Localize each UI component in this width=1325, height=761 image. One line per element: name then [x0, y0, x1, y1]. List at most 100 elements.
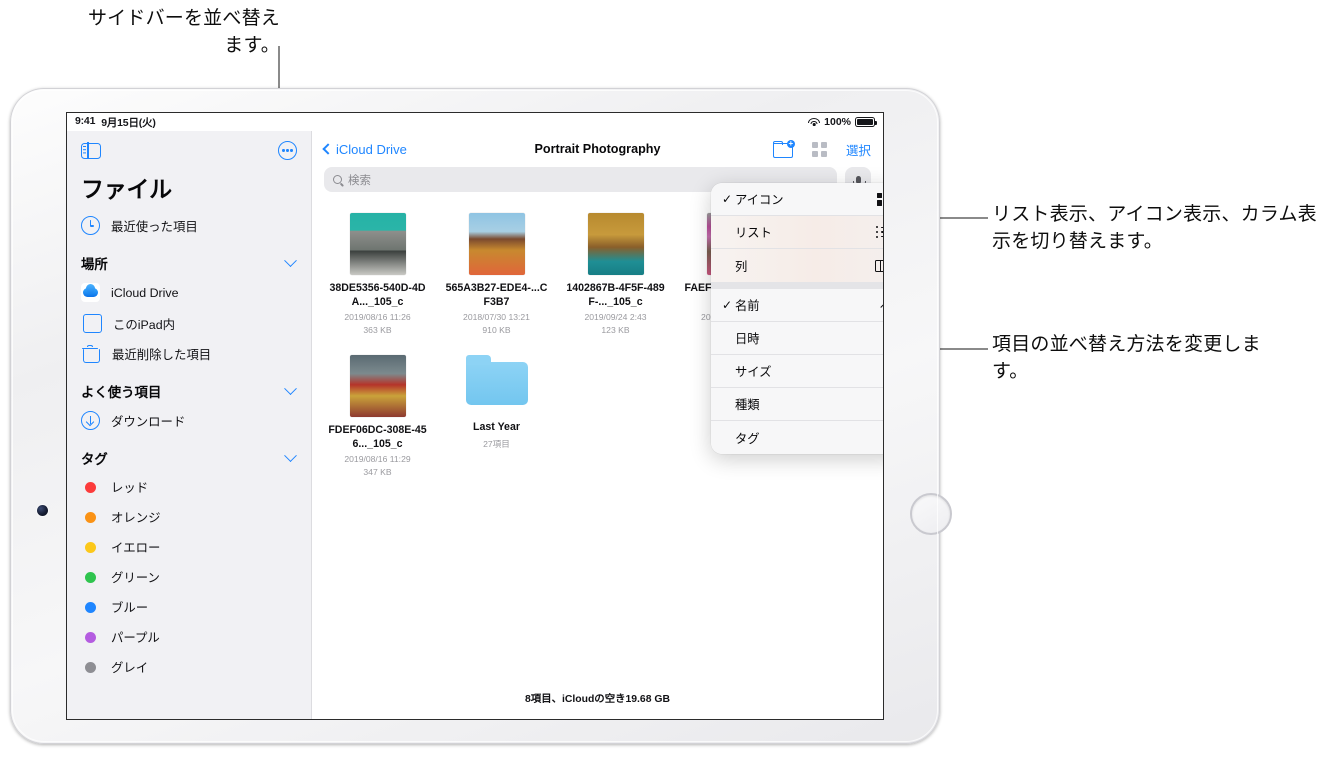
battery-percent: 100% — [824, 116, 851, 128]
status-footer: 8項目、iCloudの空き19.68 GB — [525, 694, 670, 705]
sidebar-item-downloads[interactable]: ダウンロード — [67, 405, 311, 436]
sidebar-item-label: 最近使った項目 — [111, 219, 198, 234]
search-placeholder: 検索 — [348, 174, 371, 187]
folder-item[interactable]: Last Year 27項目 — [443, 349, 550, 487]
sidebar-group-label: 場所 — [81, 257, 108, 272]
tag-list: レッド オレンジ イエロー グリーンブルーパープルグレイ — [67, 472, 311, 682]
status-bar: 9:41 9月15日(火) 100% — [67, 113, 883, 131]
page-title: ファイル — [81, 176, 172, 202]
menu-item[interactable]: 日時 — [711, 322, 883, 355]
file-name: 38DE5356-540D-4DA..._105_c — [329, 282, 426, 308]
chevron-left-icon — [322, 143, 334, 155]
file-item[interactable]: 38DE5356-540D-4DA..._105_c 2019/08/16 11:… — [324, 207, 431, 345]
sidebar: ファイル 最近使った項目 場所 iCloud Drive このiPad内 最近削… — [67, 131, 312, 719]
file-name: Last Year — [473, 421, 520, 434]
file-name: 565A3B27-EDE4-...CF3B7 — [445, 282, 548, 308]
sidebar-group-label: よく使う項目 — [81, 385, 162, 400]
ipad-screen: 9:41 9月15日(火) 100% ファイル 最近使った項目 場所 iClou… — [66, 112, 884, 720]
battery-icon — [855, 117, 877, 127]
sidebar-group-favorites[interactable]: よく使う項目 — [67, 369, 311, 405]
back-button[interactable]: iCloud Drive — [322, 141, 407, 157]
sidebar-toggle-icon[interactable] — [81, 141, 101, 160]
sidebar-item-icloud-drive[interactable]: iCloud Drive — [67, 277, 311, 308]
file-size: 363 KB — [363, 325, 392, 336]
back-label: iCloud Drive — [336, 141, 407, 157]
file-date: 2019/09/24 2:43 — [584, 312, 647, 323]
file-item[interactable]: 565A3B27-EDE4-...CF3B7 2018/07/30 13:21 91… — [443, 207, 550, 345]
annotation-sort-change: 項目の並べ替え方法を変更します。 — [992, 334, 1261, 382]
new-folder-icon[interactable]: + — [772, 140, 795, 159]
menu-item-label: リスト — [735, 226, 772, 240]
grid-view-icon[interactable] — [811, 141, 827, 157]
tag-color-dot — [85, 511, 96, 523]
folder-item-count: 27項目 — [483, 438, 510, 449]
menu-item-label: 列 — [735, 259, 748, 274]
menu-item-label: アイコン — [735, 193, 784, 207]
file-item[interactable]: 1402867B-4F5F-489F-..._105_c 2019/09/24 2… — [562, 207, 669, 345]
sidebar-item-label: このiPad内 — [113, 317, 175, 332]
file-date: 2018/07/30 13:21 — [463, 312, 530, 323]
view-options-menu: ✓ アイコンリスト列 ✓ 名前日時サイズ種類タグ — [711, 183, 883, 454]
sidebar-item-label: パープル — [111, 631, 160, 645]
menu-item[interactable]: サイズ — [711, 355, 883, 388]
file-thumbnail — [587, 213, 644, 275]
home-button[interactable] — [910, 493, 952, 535]
sidebar-item-tag[interactable]: グリーン — [67, 562, 311, 592]
sidebar-item-on-my-ipad[interactable]: このiPad内 — [67, 308, 311, 339]
sidebar-item-tag[interactable]: オレンジ — [67, 502, 311, 532]
menu-item[interactable]: 列 — [711, 249, 883, 282]
sidebar-item-recently-deleted[interactable]: 最近削除した項目 — [67, 339, 311, 369]
sidebar-item-tag[interactable]: ブルー — [67, 592, 311, 622]
sidebar-item-tag[interactable]: パープル — [67, 622, 311, 652]
tag-color-dot — [85, 601, 96, 613]
chevron-down-icon[interactable] — [284, 381, 297, 395]
chevron-down-icon[interactable] — [284, 253, 297, 267]
menu-item[interactable]: ✓ 名前 — [711, 289, 883, 322]
menu-item-label: サイズ — [735, 365, 772, 379]
tag-color-dot — [85, 541, 96, 553]
navigation-bar: iCloud Drive Portrait Photography + 選択 — [312, 131, 883, 167]
file-date: 2019/08/16 11:29 — [344, 454, 411, 465]
file-size: 347 KB — [363, 467, 392, 478]
sidebar-item-tag[interactable]: レッド — [67, 472, 311, 502]
file-size: 123 KB — [601, 325, 630, 336]
menu-view-section: ✓ アイコンリスト列 — [711, 183, 883, 282]
annotation-view-switch: リスト表示、アイコン表示、カラム表示を切り替えます。 — [992, 204, 1317, 252]
list-view-icon — [876, 226, 883, 238]
sidebar-top-row — [67, 131, 311, 162]
menu-item-label: 種類 — [735, 398, 760, 412]
sidebar-item-label: ブルー — [111, 601, 149, 615]
file-date: 2019/08/16 11:26 — [344, 312, 411, 323]
menu-item[interactable]: リスト — [711, 216, 883, 249]
ipad-device-frame: 9:41 9月15日(火) 100% ファイル 最近使った項目 場所 iClou… — [10, 88, 952, 744]
menu-item[interactable]: 種類 — [711, 388, 883, 421]
tag-color-dot — [85, 571, 96, 583]
status-time: 9:41 — [75, 114, 96, 127]
file-item[interactable]: FDEF06DC-308E-456..._105_c 2019/08/16 11:… — [324, 349, 431, 487]
front-camera — [37, 505, 48, 516]
sidebar-item-tag[interactable]: イエロー — [67, 532, 311, 562]
file-name: FDEF06DC-308E-456..._105_c — [328, 424, 427, 450]
menu-item-label: 日時 — [735, 332, 760, 346]
sidebar-item-tag[interactable]: グレイ — [67, 652, 311, 682]
select-button[interactable]: 選択 — [846, 140, 871, 159]
menu-item[interactable]: ✓ アイコン — [711, 183, 883, 216]
column-view-icon — [875, 259, 883, 272]
sidebar-group-locations[interactable]: 場所 — [67, 241, 311, 277]
wifi-icon — [808, 118, 821, 127]
file-thumbnail — [349, 355, 406, 418]
folder-icon — [465, 355, 528, 406]
sidebar-item-recents[interactable]: 最近使った項目 — [67, 210, 311, 241]
file-thumbnail — [468, 213, 525, 275]
ipad-icon — [83, 314, 102, 333]
tag-color-dot — [85, 661, 96, 673]
more-options-icon[interactable] — [278, 141, 297, 160]
sidebar-group-label: タグ — [81, 452, 108, 467]
menu-item[interactable]: タグ — [711, 421, 883, 454]
chevron-down-icon[interactable] — [284, 448, 297, 462]
menu-item-label: 名前 — [735, 299, 760, 313]
file-thumbnail — [349, 213, 406, 275]
sidebar-group-tags[interactable]: タグ — [67, 436, 311, 472]
download-icon — [81, 411, 100, 430]
menu-item-label: タグ — [735, 431, 760, 446]
